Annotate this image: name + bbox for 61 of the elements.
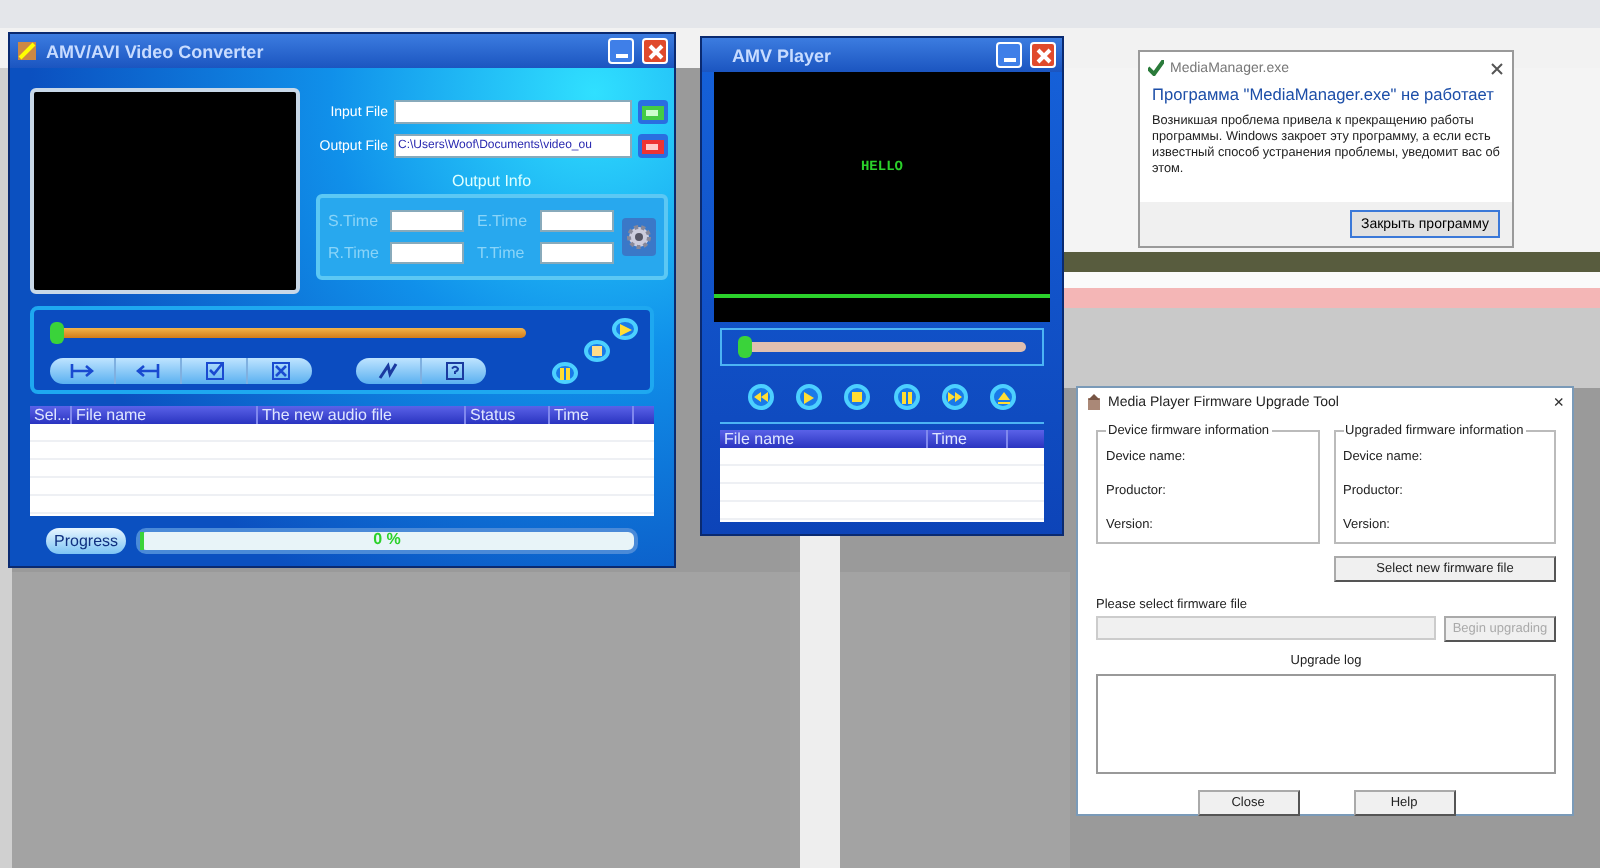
minimize-icon xyxy=(615,54,627,58)
convert-icon xyxy=(378,362,398,380)
window-title: AMV/AVI Video Converter xyxy=(46,41,266,61)
minimize-button[interactable] xyxy=(608,38,634,64)
time-field[interactable] xyxy=(539,210,614,232)
stop-button[interactable] xyxy=(844,384,871,410)
close-button[interactable] xyxy=(1030,42,1056,68)
folder-icon xyxy=(641,138,664,154)
pause-button[interactable] xyxy=(552,362,578,384)
eject-icon xyxy=(997,391,1010,403)
time-label: S.Time xyxy=(328,212,379,230)
folder-icon xyxy=(641,104,664,120)
progress-button[interactable]: Progress xyxy=(46,528,127,554)
time-label: R.Time xyxy=(328,244,379,262)
eject-button[interactable] xyxy=(990,384,1017,410)
rewind-icon xyxy=(753,392,768,402)
time-field[interactable] xyxy=(390,210,465,232)
minimize-icon xyxy=(1003,58,1015,62)
cross-box-icon xyxy=(271,362,289,380)
next-button[interactable] xyxy=(941,384,968,410)
fast-forward-icon xyxy=(947,392,962,402)
close-icon xyxy=(645,41,665,61)
close-button[interactable]: × xyxy=(1553,392,1564,412)
play-button[interactable] xyxy=(612,318,638,340)
settings-icon xyxy=(625,224,652,250)
arrow-left-icon xyxy=(136,364,160,378)
close-icon[interactable] xyxy=(1490,61,1504,75)
window-title: AMV Player xyxy=(730,45,834,65)
time-label: E.Time xyxy=(476,212,528,230)
settings-button[interactable] xyxy=(621,218,656,256)
stop-icon xyxy=(852,392,863,402)
app-icon xyxy=(1086,394,1102,410)
arrow-right-icon xyxy=(70,364,94,378)
time-field[interactable] xyxy=(390,242,465,264)
app-icon xyxy=(1148,60,1164,76)
play-icon xyxy=(803,391,814,403)
pause-icon xyxy=(901,391,912,403)
close-button[interactable] xyxy=(642,38,668,64)
error-heading: Программа "MediaManager.exe" не работает xyxy=(1152,84,1496,104)
output-info-title: Output Info xyxy=(451,172,532,190)
input-file-field[interactable] xyxy=(394,100,632,124)
slider-thumb[interactable] xyxy=(738,336,752,358)
checkbox-icon xyxy=(205,362,223,380)
output-folder-button[interactable] xyxy=(637,134,668,158)
stop-button[interactable] xyxy=(584,340,610,362)
time-field[interactable] xyxy=(539,242,614,264)
previous-button[interactable] xyxy=(747,384,774,410)
close-icon xyxy=(1033,45,1053,65)
app-icon xyxy=(16,40,38,62)
progress-reading: 0 % xyxy=(373,530,401,548)
pause-icon xyxy=(560,367,570,379)
firmware-file-field[interactable] xyxy=(1096,616,1436,640)
open-file-button[interactable] xyxy=(637,100,668,124)
minimize-button[interactable] xyxy=(996,42,1022,68)
help-icon xyxy=(445,362,463,380)
slider-thumb[interactable] xyxy=(50,322,64,344)
play-button[interactable] xyxy=(795,384,822,410)
play-icon xyxy=(619,323,631,335)
stop-icon xyxy=(592,346,602,356)
time-label: T.Time xyxy=(476,244,527,262)
pause-button[interactable] xyxy=(893,384,920,410)
